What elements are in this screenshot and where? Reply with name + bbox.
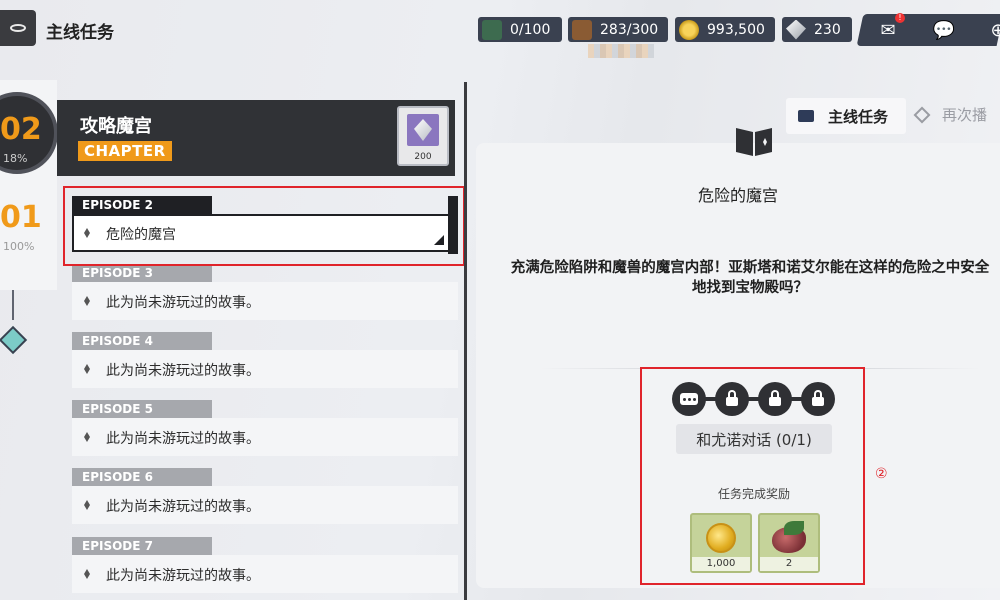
episode-label: EPISODE 5 <box>72 400 212 418</box>
chapter-progress: 18% <box>3 152 28 165</box>
tab-main-quest[interactable]: 主线任务 <box>786 98 906 134</box>
back-icon <box>10 24 26 32</box>
chapter-tag: CHAPTER <box>78 141 172 161</box>
annotation-number: ② <box>875 466 888 482</box>
episode-title: 此为尚未游玩过的故事。 <box>106 568 260 584</box>
quest-title-row: 危险的魔宫 <box>0 182 1000 206</box>
more-icon[interactable]: ⊕ <box>986 19 1000 41</box>
tab-replay-label: 再次播 <box>942 106 988 124</box>
chapter-title: 攻略魔宫 <box>80 116 152 137</box>
crystal-icon <box>407 114 439 146</box>
mail-icon[interactable]: ✉ <box>876 19 900 41</box>
tab-main-quest-label: 主线任务 <box>828 107 889 126</box>
boots-icon <box>572 19 592 40</box>
chapter-reward[interactable]: 200 <box>397 106 449 166</box>
chat-icon[interactable]: 💬 <box>932 19 956 41</box>
episode-title: 此为尚未游玩过的故事。 <box>106 431 260 447</box>
resource-crystal[interactable]: 230 <box>782 17 852 42</box>
quest-description: 充满危险陷阱和魔兽的魔宫内部！亚斯塔和诺艾尔能在这样的危险之中安全地找到宝物殿吗… <box>510 260 990 296</box>
crystal-icon <box>786 19 806 40</box>
resource-boots-value: 283/300 <box>600 21 659 38</box>
episode-item[interactable]: EPISODE 5 此为尚未游玩过的故事。 <box>70 400 458 456</box>
tab-replay[interactable]: 再次播 <box>913 104 988 125</box>
chapter-progress: 100% <box>3 240 35 253</box>
episode-title: 此为尚未游玩过的故事。 <box>106 295 260 311</box>
panel-divider <box>464 82 467 600</box>
annotation-box <box>640 367 865 585</box>
resource-crystal-value: 230 <box>814 21 841 38</box>
chapter-connector <box>12 290 14 320</box>
chapter-node-icon <box>0 325 28 355</box>
open-book-icon <box>736 128 772 156</box>
resource-stamina[interactable]: 0/100 <box>478 17 562 42</box>
resource-gold-value: 993,500 <box>707 21 765 38</box>
episode-item[interactable]: EPISODE 3 此为尚未游玩过的故事。 <box>70 264 458 320</box>
episode-item[interactable]: EPISODE 4 此为尚未游玩过的故事。 <box>70 332 458 388</box>
resource-boots[interactable]: 283/300 <box>568 17 668 42</box>
episode-label: EPISODE 7 <box>72 537 212 555</box>
episode-label: EPISODE 6 <box>72 468 212 486</box>
chapter-reward-qty: 200 <box>414 152 432 162</box>
page-title: 主线任务 <box>46 23 114 43</box>
back-button[interactable] <box>0 10 36 46</box>
diamond-icon <box>913 106 931 123</box>
blurred-region <box>588 44 654 58</box>
resource-gold[interactable]: 993,500 <box>675 17 775 42</box>
resource-stamina-value: 0/100 <box>510 21 551 38</box>
quest-title: 危险的魔宫 <box>697 186 778 205</box>
gold-coin-icon <box>679 19 699 40</box>
notification-badge: ! <box>895 13 905 23</box>
book-icon <box>798 110 814 122</box>
episode-title: 此为尚未游玩过的故事。 <box>106 363 260 379</box>
episode-item[interactable]: EPISODE 7 此为尚未游玩过的故事。 <box>70 537 458 593</box>
episode-title: 此为尚未游玩过的故事。 <box>106 499 260 515</box>
chapter-number[interactable]: 02 <box>0 112 42 147</box>
episode-label: EPISODE 4 <box>72 332 212 350</box>
episode-label: EPISODE 3 <box>72 264 212 282</box>
stamina-icon <box>482 19 502 40</box>
episode-item[interactable]: EPISODE 6 此为尚未游玩过的故事。 <box>70 468 458 524</box>
